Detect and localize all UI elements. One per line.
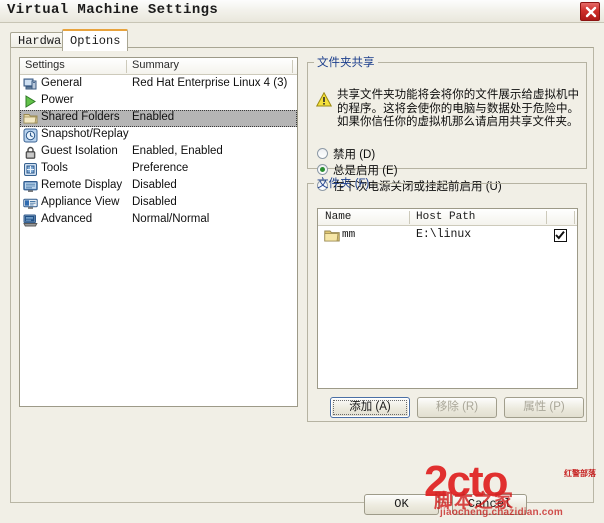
clock-icon bbox=[23, 128, 38, 143]
remove-button-label: 移除 (R) bbox=[435, 401, 479, 413]
sidebar-item-label: Remote Display bbox=[41, 179, 123, 191]
settings-rows: General Red Hat Enterprise Linux 4 (3) P… bbox=[20, 76, 297, 229]
virtual-machine-settings-dialog: Virtual Machine Settings Hardware Option… bbox=[0, 0, 604, 523]
tools-icon bbox=[23, 162, 38, 177]
folders-group: 文件夹 (F) Name Host Path mm E:\linux 添加 (A… bbox=[307, 175, 587, 422]
sidebar-item-summary: Enabled, Enabled bbox=[132, 145, 223, 157]
folder-sharing-warning-text: 共享文件夹功能将会将你的文件展示给虚拟机中的程序。这将会使你的电脑与数据处于危险… bbox=[337, 89, 579, 128]
header-divider-end bbox=[292, 60, 293, 73]
sidebar-item-summary: Normal/Normal bbox=[132, 213, 210, 225]
sidebar-item-appliance-view[interactable]: Appliance View Disabled bbox=[20, 195, 297, 212]
window-title: Virtual Machine Settings bbox=[7, 2, 219, 18]
folder-icon bbox=[324, 229, 340, 242]
dialog-button-bar: OK Cancel bbox=[0, 486, 604, 523]
folder-sharing-group: 文件夹共享 共享文件夹功能将会将你的文件展示给虚拟机中的程序。这将会使你的电脑与… bbox=[307, 54, 587, 193]
play-icon bbox=[23, 94, 38, 109]
settings-list-header: Settings Summary bbox=[20, 58, 297, 75]
remove-button[interactable]: 移除 (R) bbox=[417, 397, 497, 418]
advanced-icon bbox=[23, 213, 38, 228]
folder-action-buttons: 添加 (A) 移除 (R) 属性 (P) bbox=[330, 397, 584, 419]
sidebar-item-label: Shared Folders bbox=[41, 111, 120, 123]
options-tab-page: Settings Summary General Red Hat Enterpr… bbox=[10, 47, 594, 503]
table-row[interactable]: mm E:\linux bbox=[318, 226, 577, 246]
shared-folder-host-path: E:\linux bbox=[416, 228, 472, 241]
radio-disable-label: 禁用 (D) bbox=[333, 149, 376, 161]
shared-folders-table-header: Name Host Path bbox=[318, 209, 577, 226]
lock-icon bbox=[23, 145, 38, 160]
column-divider bbox=[546, 211, 547, 224]
sidebar-item-power[interactable]: Power bbox=[20, 93, 297, 110]
shared-folder-name: mm bbox=[342, 229, 356, 241]
cancel-button[interactable]: Cancel bbox=[452, 494, 527, 515]
column-header-settings: Settings bbox=[25, 59, 65, 71]
sidebar-item-summary: Disabled bbox=[132, 196, 177, 208]
sidebar-item-summary: Enabled bbox=[132, 111, 175, 123]
column-divider bbox=[574, 211, 575, 224]
folder-icon bbox=[23, 111, 38, 126]
sidebar-item-summary: Preference bbox=[132, 162, 189, 174]
radio-button-checked-icon bbox=[317, 164, 328, 175]
sidebar-item-shared-folders[interactable]: Shared Folders Enabled bbox=[20, 110, 297, 127]
folder-sharing-legend: 文件夹共享 bbox=[317, 57, 375, 69]
sidebar-item-summary: Red Hat Enterprise Linux 4 (3) bbox=[132, 77, 288, 89]
title-bar: Virtual Machine Settings bbox=[0, 0, 604, 23]
ok-button[interactable]: OK bbox=[364, 494, 439, 515]
sidebar-item-general[interactable]: General Red Hat Enterprise Linux 4 (3) bbox=[20, 76, 297, 93]
sidebar-item-summary: Disabled bbox=[132, 179, 177, 191]
sidebar-item-snapshot-replay[interactable]: Snapshot/Replay bbox=[20, 127, 297, 144]
close-icon[interactable] bbox=[580, 2, 600, 21]
folders-legend: 文件夹 (F) bbox=[317, 178, 370, 190]
shared-folders-table[interactable]: Name Host Path mm E:\linux bbox=[317, 208, 578, 389]
sidebar-item-label: Power bbox=[41, 94, 74, 106]
column-header-name: Name bbox=[325, 211, 352, 223]
computer-icon bbox=[23, 77, 38, 92]
remote-display-icon bbox=[23, 179, 38, 194]
sidebar-item-label: General bbox=[41, 77, 82, 89]
warning-icon bbox=[315, 91, 333, 107]
sidebar-item-guest-isolation[interactable]: Guest Isolation Enabled, Enabled bbox=[20, 144, 297, 161]
settings-list[interactable]: Settings Summary General Red Hat Enterpr… bbox=[19, 57, 298, 407]
sidebar-item-tools[interactable]: Tools Preference bbox=[20, 161, 297, 178]
add-button[interactable]: 添加 (A) bbox=[330, 397, 410, 418]
dialog-body: Hardware Options Settings Summary Genera… bbox=[0, 23, 604, 523]
header-divider bbox=[126, 60, 127, 73]
column-header-summary: Summary bbox=[132, 59, 180, 71]
tab-options[interactable]: Options bbox=[62, 29, 129, 51]
sidebar-item-label: Guest Isolation bbox=[41, 145, 118, 157]
column-divider bbox=[409, 211, 410, 224]
options-right-pane: 文件夹共享 共享文件夹功能将会将你的文件展示给虚拟机中的程序。这将会使你的电脑与… bbox=[307, 54, 587, 434]
sidebar-item-label: Appliance View bbox=[41, 196, 120, 208]
column-header-host-path: Host Path bbox=[416, 211, 476, 223]
radio-button-unchecked-icon bbox=[317, 148, 328, 159]
sidebar-item-label: Tools bbox=[41, 162, 68, 174]
sidebar-item-label: Advanced bbox=[41, 213, 93, 225]
properties-button-label: 属性 (P) bbox=[523, 401, 565, 413]
shared-folder-enabled-checkbox[interactable] bbox=[554, 229, 567, 242]
appliance-icon bbox=[23, 196, 38, 211]
sidebar-item-advanced[interactable]: Advanced Normal/Normal bbox=[20, 212, 297, 229]
sidebar-item-label: Snapshot/Replay bbox=[41, 128, 129, 140]
properties-button[interactable]: 属性 (P) bbox=[504, 397, 584, 418]
sidebar-item-remote-display[interactable]: Remote Display Disabled bbox=[20, 178, 297, 195]
